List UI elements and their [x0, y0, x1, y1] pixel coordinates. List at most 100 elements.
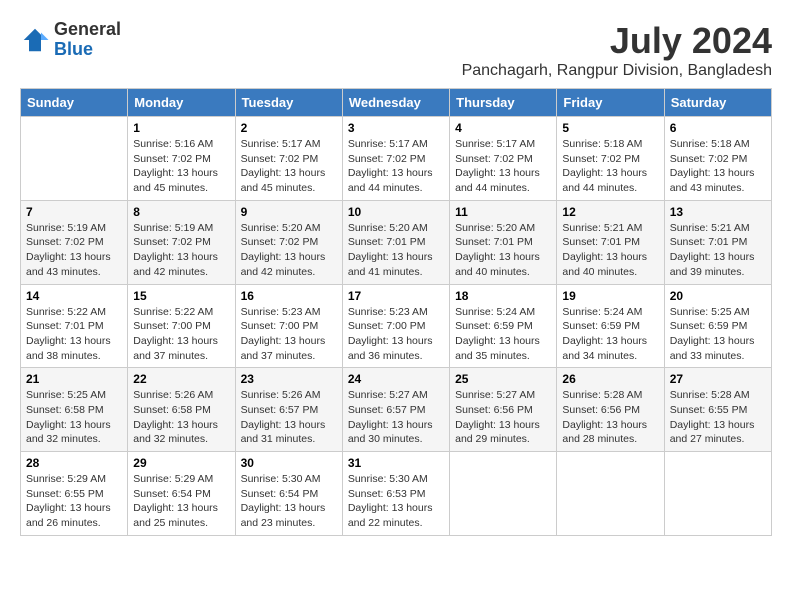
day-info: Sunrise: 5:29 AMSunset: 6:55 PMDaylight:… [26, 472, 122, 531]
calendar-week-row: 7Sunrise: 5:19 AMSunset: 7:02 PMDaylight… [21, 200, 772, 284]
day-info: Sunrise: 5:28 AMSunset: 6:56 PMDaylight:… [562, 388, 658, 447]
calendar-cell: 18 Sunrise: 5:24 AMSunset: 6:59 PMDayligh… [450, 284, 557, 368]
weekday-header-friday: Friday [557, 89, 664, 117]
calendar-cell: 23 Sunrise: 5:26 AMSunset: 6:57 PMDayligh… [235, 368, 342, 452]
day-number: 20 [670, 289, 766, 303]
calendar-cell: 25 Sunrise: 5:27 AMSunset: 6:56 PMDayligh… [450, 368, 557, 452]
day-number: 26 [562, 372, 658, 386]
calendar-week-row: 21Sunrise: 5:25 AMSunset: 6:58 PMDayligh… [21, 368, 772, 452]
calendar-cell: 14 Sunrise: 5:22 AMSunset: 7:01 PMDayligh… [21, 284, 128, 368]
calendar-cell: 1 Sunrise: 5:16 AMSunset: 7:02 PMDaylight… [128, 117, 235, 201]
day-info: Sunrise: 5:22 AMSunset: 7:01 PMDaylight:… [26, 305, 122, 364]
page-header: General Blue July 2024 Panchagarh, Rangp… [20, 20, 772, 80]
calendar-cell: 31Sunrise: 5:30 AMSunset: 6:53 PMDayligh… [342, 452, 449, 536]
calendar-table: SundayMondayTuesdayWednesdayThursdayFrid… [20, 88, 772, 536]
day-number: 19 [562, 289, 658, 303]
day-number: 13 [670, 205, 766, 219]
day-info: Sunrise: 5:27 AMSunset: 6:56 PMDaylight:… [455, 388, 551, 447]
day-info: Sunrise: 5:30 AMSunset: 6:54 PMDaylight:… [241, 472, 337, 531]
day-number: 22 [133, 372, 229, 386]
logo-icon [20, 25, 50, 55]
day-info: Sunrise: 5:17 AMSunset: 7:02 PMDaylight:… [455, 137, 551, 196]
calendar-cell [450, 452, 557, 536]
calendar-cell: 4 Sunrise: 5:17 AMSunset: 7:02 PMDaylight… [450, 117, 557, 201]
day-number: 29 [133, 456, 229, 470]
calendar-cell: 21Sunrise: 5:25 AMSunset: 6:58 PMDayligh… [21, 368, 128, 452]
day-number: 2 [241, 121, 337, 135]
calendar-cell: 29 Sunrise: 5:29 AMSunset: 6:54 PMDayligh… [128, 452, 235, 536]
day-number: 3 [348, 121, 444, 135]
calendar-cell: 30 Sunrise: 5:30 AMSunset: 6:54 PMDayligh… [235, 452, 342, 536]
calendar-cell: 6Sunrise: 5:18 AMSunset: 7:02 PMDaylight… [664, 117, 771, 201]
calendar-cell: 11 Sunrise: 5:20 AMSunset: 7:01 PMDayligh… [450, 200, 557, 284]
day-number: 18 [455, 289, 551, 303]
calendar-cell: 10 Sunrise: 5:20 AMSunset: 7:01 PMDayligh… [342, 200, 449, 284]
calendar-cell: 15 Sunrise: 5:22 AMSunset: 7:00 PMDayligh… [128, 284, 235, 368]
day-number: 11 [455, 205, 551, 219]
day-number: 16 [241, 289, 337, 303]
calendar-cell: 20Sunrise: 5:25 AMSunset: 6:59 PMDayligh… [664, 284, 771, 368]
weekday-header-wednesday: Wednesday [342, 89, 449, 117]
day-info: Sunrise: 5:18 AMSunset: 7:02 PMDaylight:… [562, 137, 658, 196]
calendar-cell: 24Sunrise: 5:27 AMSunset: 6:57 PMDayligh… [342, 368, 449, 452]
weekday-header-tuesday: Tuesday [235, 89, 342, 117]
calendar-cell: 26 Sunrise: 5:28 AMSunset: 6:56 PMDayligh… [557, 368, 664, 452]
day-info: Sunrise: 5:28 AMSunset: 6:55 PMDaylight:… [670, 388, 766, 447]
day-info: Sunrise: 5:24 AMSunset: 6:59 PMDaylight:… [455, 305, 551, 364]
day-info: Sunrise: 5:17 AMSunset: 7:02 PMDaylight:… [241, 137, 337, 196]
calendar-cell: 5 Sunrise: 5:18 AMSunset: 7:02 PMDaylight… [557, 117, 664, 201]
day-info: Sunrise: 5:23 AMSunset: 7:00 PMDaylight:… [241, 305, 337, 364]
day-number: 5 [562, 121, 658, 135]
logo-blue: Blue [54, 39, 93, 59]
weekday-header-row: SundayMondayTuesdayWednesdayThursdayFrid… [21, 89, 772, 117]
calendar-week-row: 14 Sunrise: 5:22 AMSunset: 7:01 PMDayligh… [21, 284, 772, 368]
calendar-cell: 12Sunrise: 5:21 AMSunset: 7:01 PMDayligh… [557, 200, 664, 284]
day-number: 8 [133, 205, 229, 219]
day-info: Sunrise: 5:19 AMSunset: 7:02 PMDaylight:… [133, 221, 229, 280]
day-number: 23 [241, 372, 337, 386]
calendar-cell: 17 Sunrise: 5:23 AMSunset: 7:00 PMDayligh… [342, 284, 449, 368]
calendar-week-row: 1 Sunrise: 5:16 AMSunset: 7:02 PMDaylight… [21, 117, 772, 201]
logo-general: General [54, 19, 121, 39]
day-info: Sunrise: 5:20 AMSunset: 7:01 PMDaylight:… [348, 221, 444, 280]
day-info: Sunrise: 5:19 AMSunset: 7:02 PMDaylight:… [26, 221, 122, 280]
day-number: 25 [455, 372, 551, 386]
day-number: 28 [26, 456, 122, 470]
calendar-cell: 22 Sunrise: 5:26 AMSunset: 6:58 PMDayligh… [128, 368, 235, 452]
day-info: Sunrise: 5:27 AMSunset: 6:57 PMDaylight:… [348, 388, 444, 447]
day-number: 17 [348, 289, 444, 303]
calendar-cell: 9 Sunrise: 5:20 AMSunset: 7:02 PMDaylight… [235, 200, 342, 284]
day-info: Sunrise: 5:22 AMSunset: 7:00 PMDaylight:… [133, 305, 229, 364]
day-number: 9 [241, 205, 337, 219]
day-info: Sunrise: 5:17 AMSunset: 7:02 PMDaylight:… [348, 137, 444, 196]
day-number: 10 [348, 205, 444, 219]
weekday-header-sunday: Sunday [21, 89, 128, 117]
day-info: Sunrise: 5:24 AMSunset: 6:59 PMDaylight:… [562, 305, 658, 364]
day-info: Sunrise: 5:26 AMSunset: 6:58 PMDaylight:… [133, 388, 229, 447]
title-block: July 2024 Panchagarh, Rangpur Division, … [462, 20, 772, 80]
calendar-cell: 13Sunrise: 5:21 AMSunset: 7:01 PMDayligh… [664, 200, 771, 284]
day-info: Sunrise: 5:16 AMSunset: 7:02 PMDaylight:… [133, 137, 229, 196]
calendar-cell [21, 117, 128, 201]
day-info: Sunrise: 5:23 AMSunset: 7:00 PMDaylight:… [348, 305, 444, 364]
calendar-cell: 3 Sunrise: 5:17 AMSunset: 7:02 PMDaylight… [342, 117, 449, 201]
day-info: Sunrise: 5:20 AMSunset: 7:02 PMDaylight:… [241, 221, 337, 280]
day-number: 4 [455, 121, 551, 135]
day-number: 14 [26, 289, 122, 303]
day-info: Sunrise: 5:26 AMSunset: 6:57 PMDaylight:… [241, 388, 337, 447]
day-info: Sunrise: 5:29 AMSunset: 6:54 PMDaylight:… [133, 472, 229, 531]
calendar-cell: 16 Sunrise: 5:23 AMSunset: 7:00 PMDayligh… [235, 284, 342, 368]
calendar-cell [664, 452, 771, 536]
calendar-subtitle: Panchagarh, Rangpur Division, Bangladesh [462, 62, 772, 80]
day-info: Sunrise: 5:18 AMSunset: 7:02 PMDaylight:… [670, 137, 766, 196]
day-info: Sunrise: 5:21 AMSunset: 7:01 PMDaylight:… [562, 221, 658, 280]
calendar-cell [557, 452, 664, 536]
calendar-cell: 7Sunrise: 5:19 AMSunset: 7:02 PMDaylight… [21, 200, 128, 284]
day-number: 27 [670, 372, 766, 386]
calendar-cell: 28 Sunrise: 5:29 AMSunset: 6:55 PMDayligh… [21, 452, 128, 536]
day-info: Sunrise: 5:30 AMSunset: 6:53 PMDaylight:… [348, 472, 444, 531]
day-number: 30 [241, 456, 337, 470]
day-number: 1 [133, 121, 229, 135]
day-info: Sunrise: 5:20 AMSunset: 7:01 PMDaylight:… [455, 221, 551, 280]
day-number: 15 [133, 289, 229, 303]
